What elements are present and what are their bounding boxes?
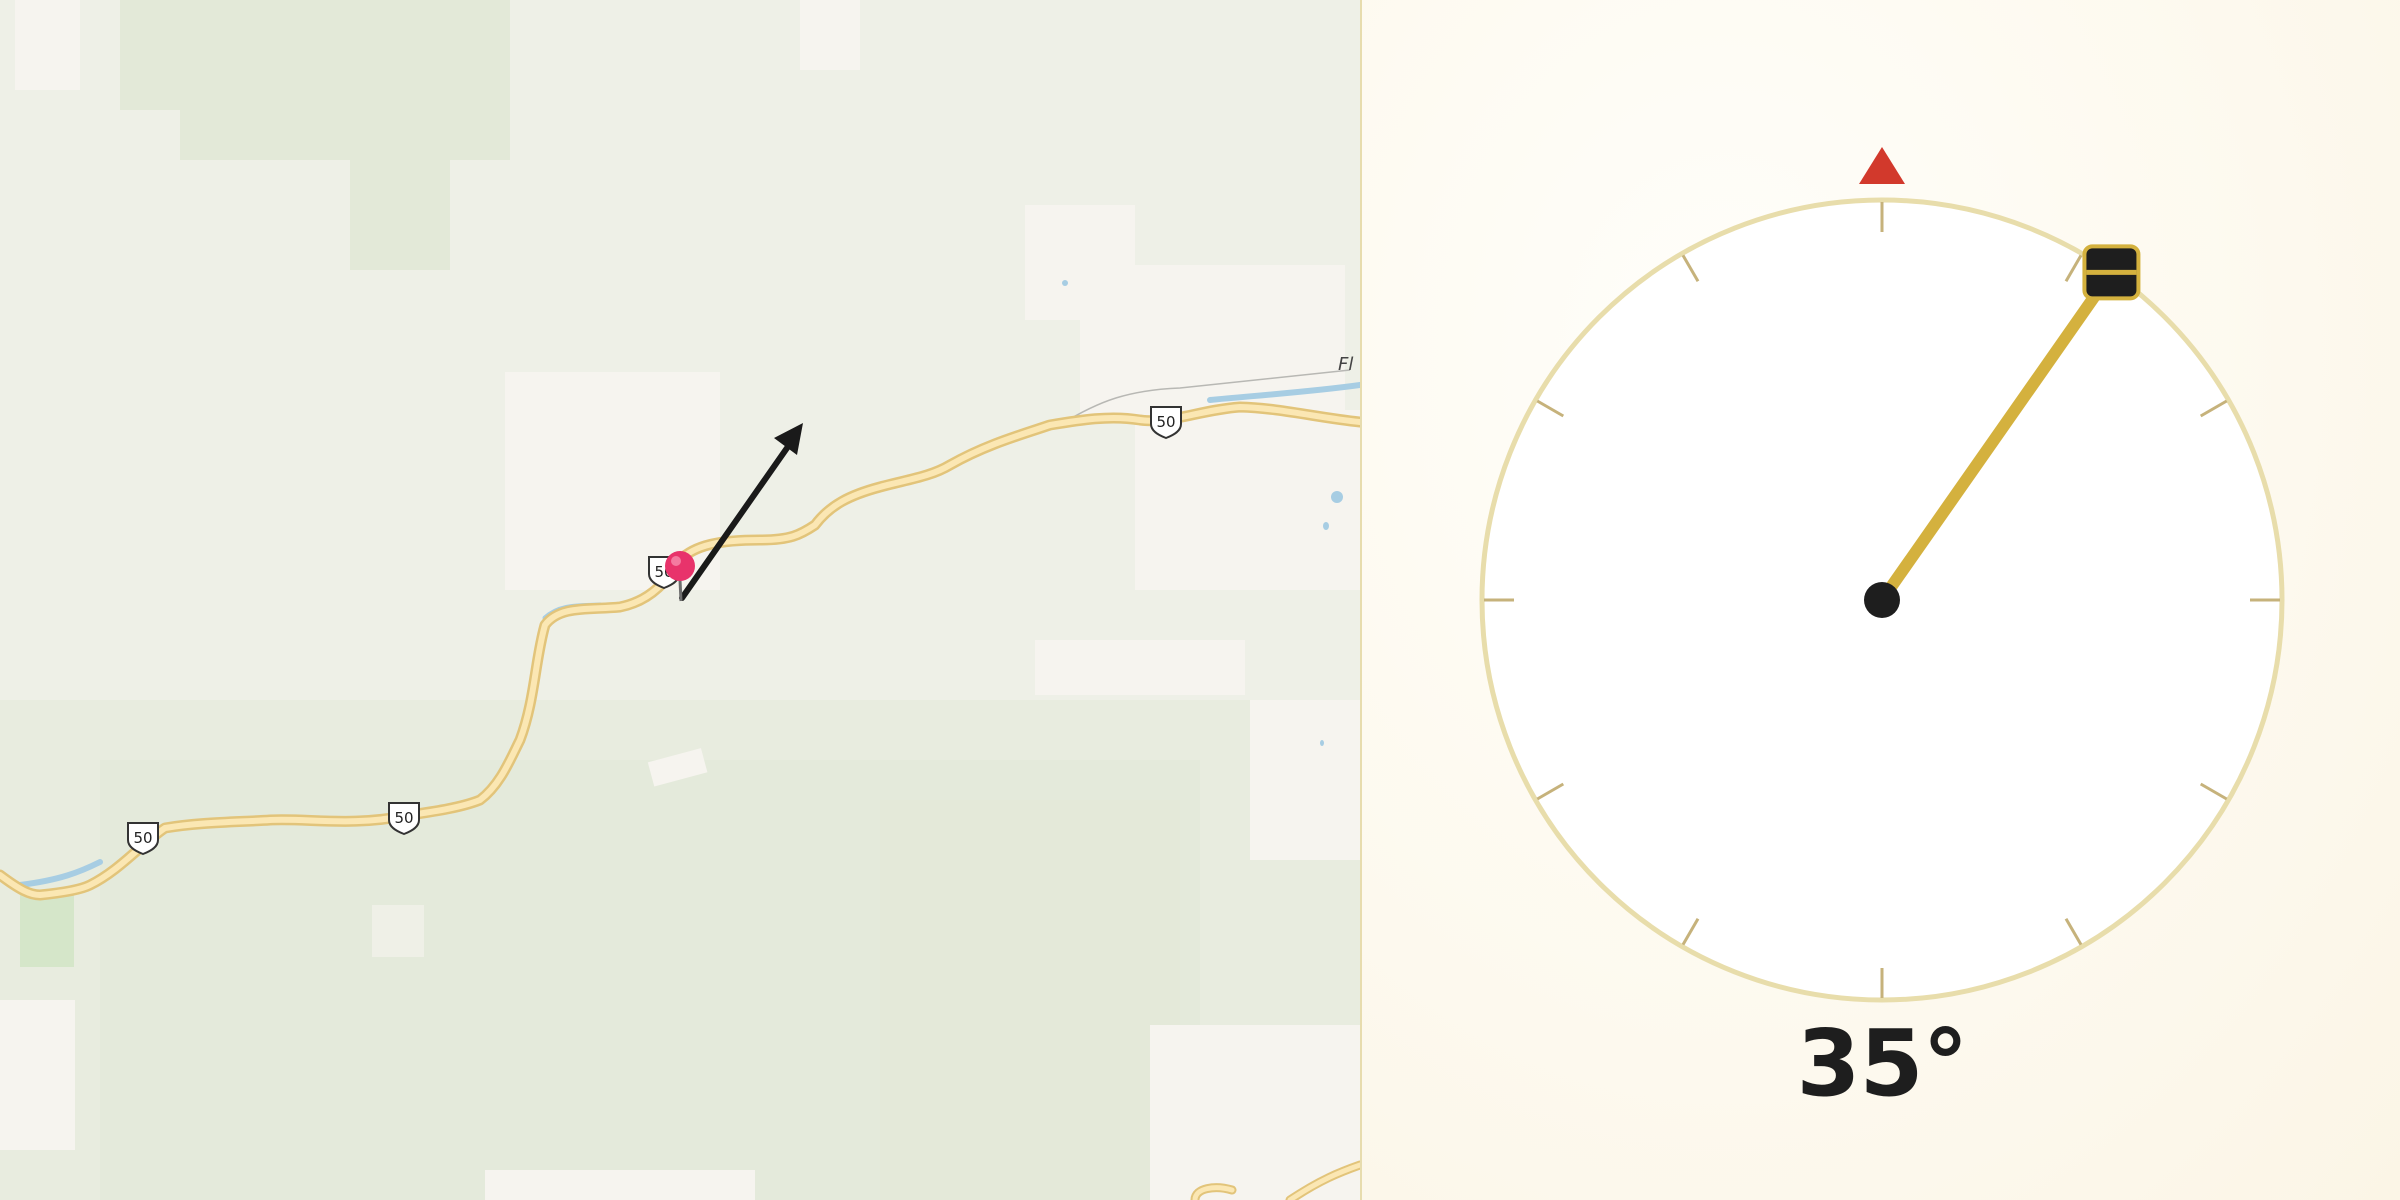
svg-text:50: 50 <box>394 809 413 827</box>
route-shield: 50 <box>127 822 159 856</box>
north-triangle-icon <box>1859 147 1905 184</box>
park-area <box>20 895 74 967</box>
map-view[interactable]: 50 50 50 50 Fl <box>0 0 1360 1200</box>
heading-value: 35° <box>1796 1010 1968 1117</box>
road-label: Fl <box>1338 354 1353 375</box>
route-shield: 50 <box>1150 406 1182 440</box>
svg-text:50: 50 <box>1156 413 1175 431</box>
svg-text:50: 50 <box>133 829 152 847</box>
map-canvas[interactable]: 50 50 50 50 Fl <box>0 0 1360 1200</box>
compass-pivot <box>1864 582 1900 618</box>
drag-handle-icon[interactable] <box>2082 244 2141 301</box>
route-shield: 50 <box>388 802 420 836</box>
